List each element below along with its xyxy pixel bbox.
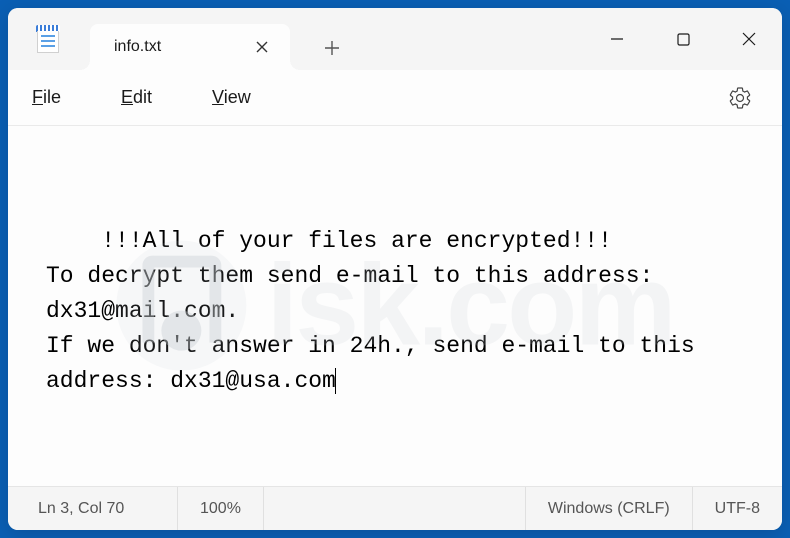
menu-edit[interactable]: Edit bbox=[121, 87, 152, 108]
text-editor-content[interactable]: isk.com !!!All of your files are encrypt… bbox=[8, 126, 782, 486]
editor-text: !!!All of your files are encrypted!!! To… bbox=[46, 228, 709, 394]
notepad-window: info.txt File Edit View bbox=[8, 8, 782, 530]
menubar: File Edit View bbox=[8, 70, 782, 126]
minimize-button[interactable] bbox=[584, 8, 650, 70]
close-tab-button[interactable] bbox=[250, 35, 274, 59]
new-tab-button[interactable] bbox=[310, 26, 354, 70]
tab-title: info.txt bbox=[114, 38, 232, 56]
status-spacer bbox=[264, 487, 526, 530]
gear-icon bbox=[728, 86, 752, 110]
status-cursor-position: Ln 3, Col 70 bbox=[8, 487, 178, 530]
tab-strip: info.txt bbox=[90, 8, 584, 70]
notepad-app-icon bbox=[36, 25, 60, 53]
status-zoom[interactable]: 100% bbox=[178, 487, 264, 530]
status-encoding[interactable]: UTF-8 bbox=[693, 487, 782, 530]
statusbar: Ln 3, Col 70 100% Windows (CRLF) UTF-8 bbox=[8, 486, 782, 530]
menu-file[interactable]: File bbox=[32, 87, 61, 108]
settings-button[interactable] bbox=[722, 80, 758, 116]
maximize-button[interactable] bbox=[650, 8, 716, 70]
status-line-ending[interactable]: Windows (CRLF) bbox=[526, 487, 693, 530]
tab-active[interactable]: info.txt bbox=[90, 24, 290, 70]
menu-view[interactable]: View bbox=[212, 87, 251, 108]
close-window-button[interactable] bbox=[716, 8, 782, 70]
titlebar: info.txt bbox=[8, 8, 782, 70]
text-caret bbox=[335, 368, 336, 394]
window-controls bbox=[584, 8, 782, 70]
